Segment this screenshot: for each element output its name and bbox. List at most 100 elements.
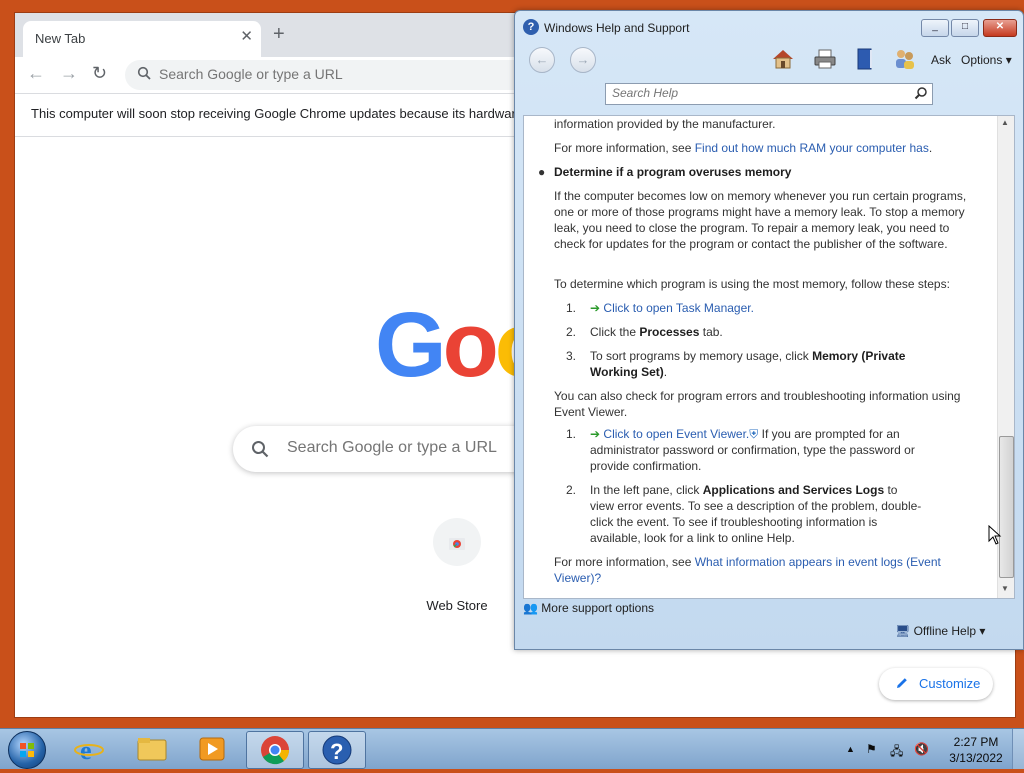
shortcut-web-store[interactable]: Web Store	[415, 518, 499, 613]
print-icon[interactable]	[813, 47, 837, 71]
clock-time: 2:27 PM	[953, 735, 999, 749]
taskbar-chrome[interactable]	[246, 731, 304, 769]
offline-help-label: Offline Help	[913, 624, 977, 638]
text-span: Click the	[590, 325, 640, 339]
tab-new-tab[interactable]: New Tab ✕	[23, 21, 261, 57]
search-help-box[interactable]	[605, 83, 933, 105]
options-label: Options	[961, 53, 1003, 67]
reload-icon[interactable]: ↻	[92, 63, 107, 84]
help-toolbar: ← → Ask Options ▾	[521, 41, 1015, 81]
text-span: For more information, see	[554, 555, 695, 569]
taskbar-explorer[interactable]	[124, 731, 180, 767]
scroll-down-icon[interactable]: ▼	[1001, 584, 1009, 593]
windows-logo-icon	[20, 743, 34, 757]
web-store-icon	[433, 518, 481, 566]
article-paragraph: For more information, see Find out how m…	[554, 140, 932, 156]
step-body: ➔ Click to open Event Viewer.⛨ If you ar…	[590, 426, 922, 474]
shield-icon: ⛨	[749, 427, 759, 441]
tab-title: New Tab	[35, 31, 86, 46]
step-number: 1.	[566, 427, 577, 441]
arrow-icon: ➔	[590, 427, 601, 441]
back-icon[interactable]: ←	[27, 63, 45, 84]
bold-text: Applications and Services Logs	[702, 483, 885, 497]
system-clock[interactable]: 2:27 PM 3/13/2022	[948, 734, 1004, 766]
text-span: .	[663, 365, 668, 379]
help-icon: ?	[322, 735, 352, 765]
ie-icon: e	[74, 736, 104, 765]
svg-text:e: e	[80, 736, 92, 765]
shortcut-label: Web Store	[426, 598, 488, 613]
help-content-pane: information provided by the manufacturer…	[523, 115, 1015, 599]
link-ram[interactable]: Find out how much RAM your computer has	[695, 141, 929, 155]
offline-help-button[interactable]: 🖥 Offline Help ▾	[895, 624, 985, 638]
customize-button[interactable]: Customize	[879, 668, 993, 700]
search-icon	[252, 441, 269, 458]
tab-close-icon[interactable]: ✕	[240, 27, 253, 45]
chevron-down-icon: ▾	[979, 624, 986, 638]
show-desktop-button[interactable]	[1012, 729, 1024, 769]
home-icon[interactable]	[771, 47, 795, 71]
computer-icon: 🖥	[895, 624, 911, 638]
options-button[interactable]: Options ▾	[961, 53, 1012, 67]
pencil-icon	[897, 678, 907, 688]
chrome-icon	[261, 736, 290, 765]
more-support-options[interactable]: 👥 More support options	[523, 601, 654, 615]
media-player-icon	[199, 737, 225, 761]
show-hidden-icons[interactable]: ▲	[846, 744, 855, 754]
step-number: 1.	[566, 301, 577, 315]
close-button[interactable]: ✕	[983, 19, 1017, 37]
ask-icon[interactable]	[893, 47, 917, 71]
step-body: To sort programs by memory usage, click …	[590, 348, 910, 380]
link-event-viewer[interactable]: Click to open Event Viewer.	[603, 427, 749, 441]
taskbar-help[interactable]: ?	[308, 731, 366, 769]
bold-text: Processes	[639, 325, 700, 339]
logo-letter-o1: o	[442, 294, 499, 396]
forward-icon[interactable]: →	[60, 63, 78, 84]
mouse-cursor-icon	[988, 525, 1002, 545]
flag-icon[interactable]: ⚑	[866, 742, 877, 756]
bullet-heading: ● Determine if a program overuses memory	[538, 164, 791, 180]
taskbar-media-player[interactable]	[184, 731, 240, 767]
back-icon[interactable]: ←	[529, 47, 555, 73]
article-paragraph: information provided by the manufacturer…	[554, 117, 776, 131]
forward-icon[interactable]: →	[570, 47, 596, 73]
help-window: ? Windows Help and Support _ □ ✕ ← → Ask	[514, 10, 1024, 650]
new-tab-button[interactable]: +	[273, 24, 285, 44]
arrow-icon: ➔	[590, 301, 601, 315]
svg-text:?: ?	[330, 739, 343, 764]
taskbar-ie[interactable]: e	[62, 731, 118, 767]
network-icon[interactable]: 🖧	[890, 742, 903, 763]
start-button[interactable]	[8, 731, 46, 769]
article-paragraph: For more information, see What informati…	[554, 554, 970, 586]
taskbar: e ? ▲ ⚑ 🖧 🔇 2:27 PM 3/13/2022	[0, 728, 1024, 769]
minimize-button[interactable]: _	[921, 19, 949, 37]
step-number: 3.	[566, 349, 577, 363]
search-help-input[interactable]	[610, 85, 904, 101]
article-paragraph: If the computer becomes low on memory wh…	[554, 189, 967, 251]
maximize-button[interactable]: □	[951, 19, 979, 37]
help-icon: ?	[523, 19, 539, 35]
customize-label: Customize	[919, 676, 981, 691]
ask-button[interactable]: Ask	[931, 53, 951, 67]
text-span: tab.	[699, 325, 723, 339]
help-titlebar[interactable]: ? Windows Help and Support _ □ ✕	[515, 11, 1023, 41]
window-title: Windows Help and Support	[544, 21, 690, 35]
scroll-up-icon[interactable]: ▲	[1001, 118, 1009, 127]
more-support-label: More support options	[541, 601, 655, 615]
text-span: In the left pane, click	[590, 483, 703, 497]
omnibox-input[interactable]	[157, 65, 561, 83]
browse-help-icon[interactable]	[853, 47, 877, 71]
scroll-thumb[interactable]	[999, 436, 1014, 578]
step-number: 2.	[566, 325, 577, 339]
step-body: Click the Processes tab.	[590, 324, 930, 340]
step-number: 2.	[566, 483, 577, 497]
link-task-manager[interactable]: Click to open Task Manager.	[603, 301, 754, 315]
article-paragraph: You can also check for program errors an…	[554, 389, 961, 419]
text-span: .	[928, 141, 933, 155]
volume-muted-icon[interactable]: 🔇	[914, 742, 929, 756]
chevron-down-icon: ▾	[1005, 53, 1012, 67]
search-icon	[137, 66, 151, 80]
text-span: For more information, see	[554, 141, 695, 155]
infobar-text: This computer will soon stop receiving G…	[31, 106, 524, 121]
search-icon[interactable]	[914, 86, 928, 100]
